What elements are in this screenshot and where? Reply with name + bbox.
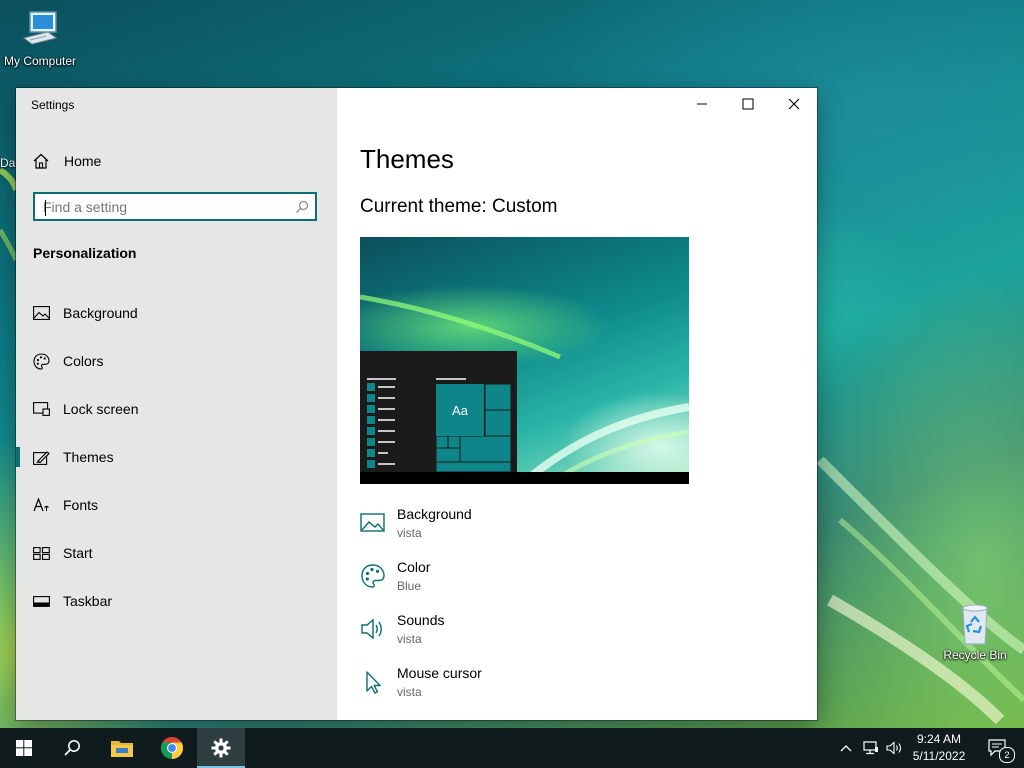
- taskbar-search-button[interactable]: [48, 728, 96, 768]
- sidebar-item-fonts[interactable]: Fonts: [16, 487, 337, 523]
- section-title: Personalization: [33, 245, 137, 261]
- sidebar-item-colors[interactable]: Colors: [16, 343, 337, 379]
- gear-icon: [211, 738, 231, 758]
- picture-icon: [32, 304, 50, 322]
- sidebar-item-themes[interactable]: Themes: [16, 439, 337, 475]
- palette-icon: [360, 563, 386, 589]
- option-value: Blue: [397, 579, 422, 593]
- option-label: Background: [397, 506, 472, 522]
- computer-icon: [22, 11, 58, 45]
- option-label: Sounds: [397, 612, 445, 628]
- start-button[interactable]: [0, 728, 48, 768]
- settings-taskbar-button[interactable]: [197, 728, 245, 768]
- sidebar-item-label: Start: [63, 545, 93, 561]
- current-theme-heading: Current theme: Custom: [360, 196, 558, 217]
- network-button[interactable]: [860, 728, 882, 768]
- option-label: Color: [397, 559, 431, 575]
- sidebar-item-label: Themes: [63, 449, 114, 465]
- clock-date: 5/11/2022: [912, 749, 966, 763]
- volume-button[interactable]: [884, 728, 906, 768]
- option-value: vista: [397, 685, 422, 699]
- home-label: Home: [64, 153, 102, 169]
- sidebar-item-label: Fonts: [63, 497, 99, 513]
- speaker-icon: [886, 741, 902, 755]
- notification-count-badge: 2: [999, 747, 1015, 763]
- taskbar: 9:24 AM 5/11/2022 2: [0, 728, 1024, 768]
- sidebar-item-label: Lock screen: [63, 401, 139, 417]
- page-title: Themes: [360, 144, 454, 174]
- search-input[interactable]: [43, 198, 283, 216]
- chevron-up-icon: [840, 745, 852, 752]
- palette-icon: [32, 352, 50, 370]
- search-box[interactable]: [33, 192, 317, 221]
- start-icon: [32, 544, 50, 562]
- lock-screen-icon: [32, 400, 50, 418]
- action-center-button[interactable]: 2: [978, 728, 1018, 768]
- text-caret: [45, 200, 46, 216]
- file-explorer-button[interactable]: [98, 728, 146, 768]
- recycle-bin-icon: [962, 604, 988, 645]
- speaker-icon: [360, 616, 386, 642]
- picture-icon: [360, 510, 386, 536]
- chrome-button[interactable]: [148, 728, 196, 768]
- option-value: vista: [397, 632, 422, 646]
- system-clock[interactable]: 9:24 AM 5/11/2022: [908, 731, 970, 765]
- sidebar-item-start[interactable]: Start: [16, 535, 337, 571]
- desktop-icon-label: Recycle Bin: [943, 648, 1007, 662]
- desktop-icon-label: My Computer: [3, 54, 77, 68]
- folder-icon: [111, 741, 133, 757]
- sidebar-item-label: Background: [63, 305, 138, 321]
- desktop-icon-partial-label: Da: [0, 156, 16, 170]
- cursor-icon: [360, 669, 386, 695]
- settings-sidebar: Settings Home Personalization Background: [16, 88, 337, 720]
- search-icon[interactable]: [295, 200, 309, 214]
- sidebar-item-background[interactable]: Background: [16, 295, 337, 331]
- show-hidden-icons-button[interactable]: [836, 728, 856, 768]
- sidebar-item-lock-screen[interactable]: Lock screen: [16, 391, 337, 427]
- taskbar-icon: [32, 592, 50, 610]
- option-label: Mouse cursor: [397, 665, 482, 681]
- sidebar-item-label: Taskbar: [63, 593, 113, 609]
- settings-window: Settings Home Personalization Background: [16, 88, 817, 720]
- theme-preview: Aa: [360, 237, 689, 484]
- chrome-icon: [161, 737, 183, 759]
- desktop-icon-recycle-bin[interactable]: Recycle Bin: [935, 602, 1015, 662]
- window-title: Settings: [31, 98, 75, 112]
- brush-icon: [32, 448, 50, 466]
- search-icon: [64, 740, 80, 756]
- sidebar-item-label: Colors: [63, 353, 104, 369]
- themes-content: Themes Current theme: Custom Aa Backgrou…: [337, 88, 817, 720]
- home-nav-item[interactable]: Home: [32, 150, 101, 172]
- font-icon: [32, 496, 50, 514]
- home-icon: [33, 153, 49, 169]
- preview-start-menu: Aa: [360, 351, 517, 484]
- network-icon: [863, 741, 878, 755]
- windows-logo-icon: [16, 740, 32, 756]
- preview-taskbar: [360, 472, 689, 484]
- preview-tile: Aa: [436, 384, 484, 436]
- clock-time: 9:24 AM: [916, 732, 962, 746]
- option-value: vista: [397, 526, 422, 540]
- desktop-icon-my-computer[interactable]: My Computer: [0, 10, 80, 68]
- sidebar-item-taskbar[interactable]: Taskbar: [16, 583, 337, 619]
